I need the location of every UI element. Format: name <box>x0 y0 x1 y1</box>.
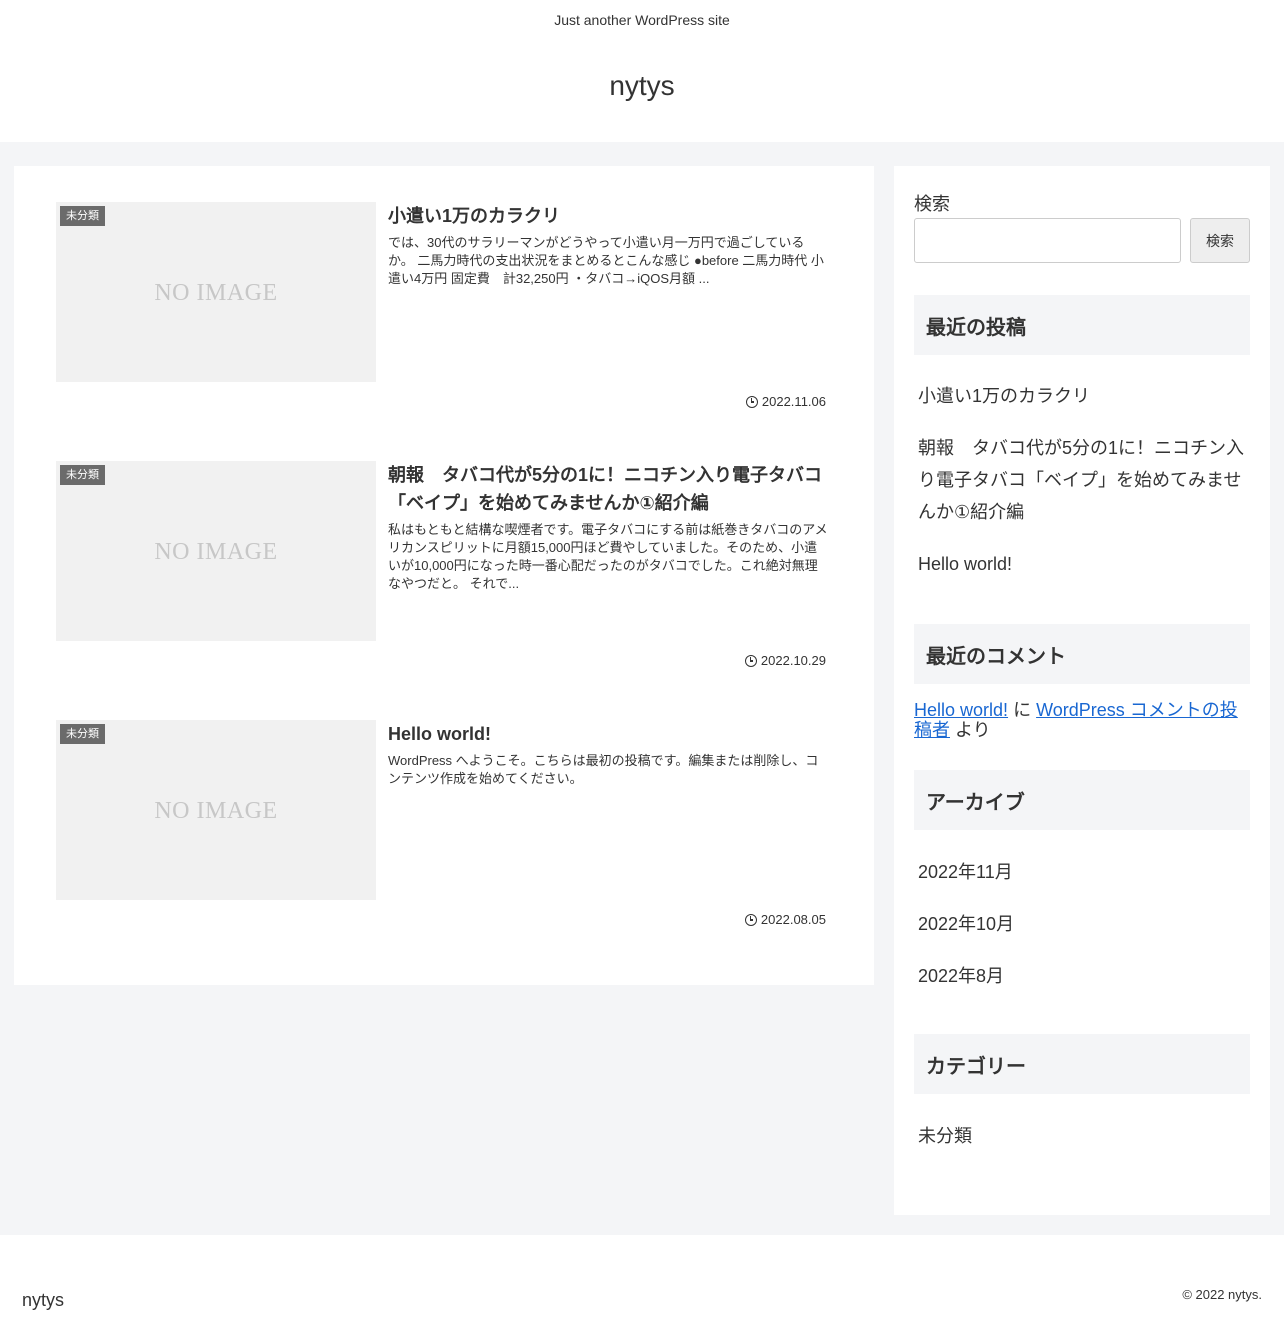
no-image-placeholder: NO IMAGE <box>154 280 278 306</box>
post-excerpt: WordPress へようこそ。こちらは最初の投稿です。編集または削除し、コンテ… <box>388 753 819 786</box>
clock-icon <box>744 654 757 667</box>
recent-post-link[interactable]: 小遣い1万のカラクリ <box>918 380 1248 412</box>
archive-link[interactable]: 2022年8月 <box>918 960 1248 992</box>
categories-heading: カテゴリー <box>914 1034 1250 1094</box>
post-title[interactable]: 小遣い1万のカラクリ <box>388 202 828 230</box>
post-card[interactable]: NO IMAGE 未分類 朝報 タバコ代が5分の1に！ニコチン入り電子タバコ「ベ… <box>56 461 828 681</box>
recent-posts-heading: 最近の投稿 <box>914 295 1250 355</box>
site-title[interactable]: nytys <box>0 70 1284 102</box>
post-card[interactable]: NO IMAGE 未分類 小遣い1万のカラクリ では、30代のサラリーマンがどう… <box>56 202 826 422</box>
recent-comment: Hello world! に WordPress コメントの投稿者 より <box>914 700 1250 740</box>
site-footer: nytys © 2022 nytys. <box>0 1235 1284 1324</box>
post-thumbnail[interactable]: NO IMAGE 未分類 <box>56 461 376 641</box>
site-header: Just another WordPress site nytys <box>0 0 1284 142</box>
post-date-text: 2022.08.05 <box>760 912 826 927</box>
recent-comments-heading: 最近のコメント <box>914 624 1250 684</box>
post-list: NO IMAGE 未分類 小遣い1万のカラクリ では、30代のサラリーマンがどう… <box>14 166 874 985</box>
post-date-text: 2022.10.29 <box>760 653 826 668</box>
clock-icon <box>745 395 758 408</box>
post-excerpt: 私はもともと結構な喫煙者です。電子タバコにする前は紙巻きタバコのアメリカンスピリ… <box>388 522 828 591</box>
recent-post-link[interactable]: 朝報 タバコ代が5分の1に！ニコチン入り電子タバコ「ベイプ」を始めてみませんか①… <box>918 432 1248 528</box>
search-button[interactable]: 検索 <box>1190 218 1250 263</box>
post-excerpt: では、30代のサラリーマンがどうやって小遣い月一万円で過ごしているか。 二馬力時… <box>388 235 824 286</box>
footer-site-title[interactable]: nytys <box>22 1290 64 1311</box>
post-thumbnail[interactable]: NO IMAGE 未分類 <box>56 720 376 900</box>
post-title[interactable]: 朝報 タバコ代が5分の1に！ニコチン入り電子タバコ「ベイプ」を始めてみませんか①… <box>388 461 828 517</box>
category-badge: 未分類 <box>60 465 105 485</box>
category-badge: 未分類 <box>60 206 105 226</box>
category-badge: 未分類 <box>60 724 105 744</box>
no-image-placeholder: NO IMAGE <box>154 798 278 824</box>
category-link[interactable]: 未分類 <box>918 1120 1248 1152</box>
archive-link[interactable]: 2022年11月 <box>918 856 1248 888</box>
archive-link[interactable]: 2022年10月 <box>918 908 1248 940</box>
post-title[interactable]: Hello world! <box>388 720 828 748</box>
search-input[interactable] <box>914 218 1181 263</box>
comment-suffix: より <box>955 720 991 740</box>
post-thumbnail[interactable]: NO IMAGE 未分類 <box>56 202 376 382</box>
sidebar: 検索 検索 最近の投稿 小遣い1万のカラクリ 朝報 タバコ代が5分の1に！ニコチ… <box>894 166 1270 1215</box>
comment-connector: に <box>1013 700 1032 720</box>
clock-icon <box>744 913 757 926</box>
post-card[interactable]: NO IMAGE 未分類 Hello world! WordPress へようこ… <box>56 720 826 940</box>
search-label: 検索 <box>914 194 950 214</box>
post-date: 2022.08.05 <box>744 912 826 927</box>
no-image-placeholder: NO IMAGE <box>154 539 278 565</box>
archives-heading: アーカイブ <box>914 770 1250 830</box>
post-date: 2022.11.06 <box>745 394 826 409</box>
recent-post-link[interactable]: Hello world! <box>918 548 1248 580</box>
post-date-text: 2022.11.06 <box>761 394 826 409</box>
site-tagline: Just another WordPress site <box>554 12 730 28</box>
content-area: NO IMAGE 未分類 小遣い1万のカラクリ では、30代のサラリーマンがどう… <box>0 142 1284 1235</box>
copyright: © 2022 nytys. <box>1182 1287 1262 1302</box>
post-date: 2022.10.29 <box>744 653 826 668</box>
comment-post-link[interactable]: Hello world! <box>914 700 1008 720</box>
